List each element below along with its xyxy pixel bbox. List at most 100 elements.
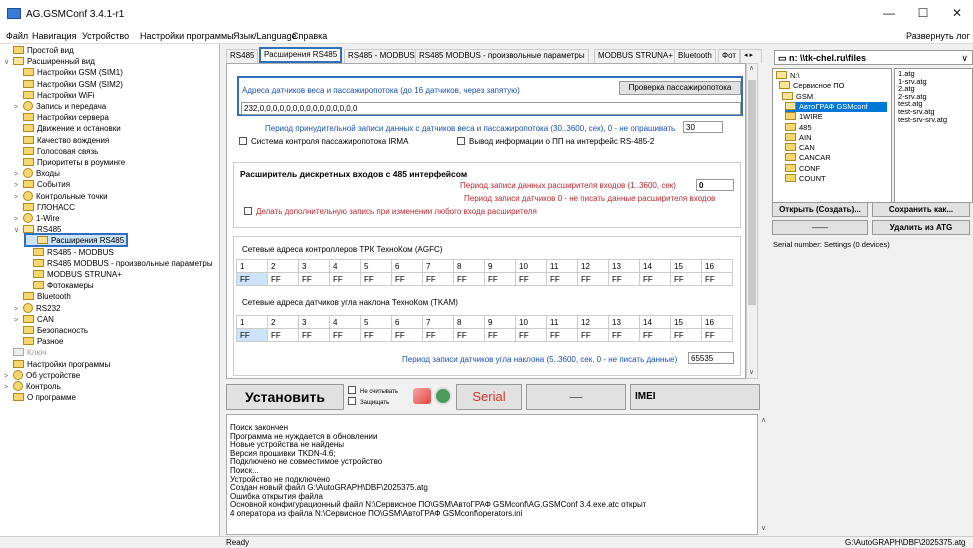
tree-node[interactable]: > Об устройстве: [4, 369, 80, 381]
period-input[interactable]: 30: [683, 121, 723, 133]
tree-node[interactable]: Настройки WiFi: [14, 90, 94, 101]
save-as-button[interactable]: Сохранить как...: [872, 202, 970, 217]
log-scroll-up-icon[interactable]: ∧: [761, 416, 766, 424]
scroll-down-icon[interactable]: ∨: [749, 368, 754, 376]
address-cell[interactable]: FF: [639, 272, 671, 286]
address-cell[interactable]: FF: [360, 272, 392, 286]
tree-node[interactable]: RS485 - MODBUS: [24, 247, 114, 258]
tree-node[interactable]: >1-Wire: [14, 213, 60, 224]
address-cell[interactable]: FF: [267, 272, 299, 286]
tree-node[interactable]: Bluetooth: [14, 291, 71, 302]
address-cell[interactable]: FF: [298, 328, 330, 342]
address-cell[interactable]: FF: [236, 272, 268, 286]
address-cell[interactable]: FF: [608, 272, 640, 286]
address-cell[interactable]: FF: [267, 328, 299, 342]
panel-scroll-thumb[interactable]: [748, 80, 756, 305]
tree-node[interactable]: > Запись и передача: [14, 101, 106, 112]
directory-item[interactable]: 485: [785, 122, 812, 133]
install-button[interactable]: Установить: [226, 384, 344, 410]
tree-node[interactable]: > События: [14, 179, 70, 190]
tree-node[interactable]: Движение и остановки: [14, 123, 121, 134]
serial-button[interactable]: Serial: [456, 384, 522, 410]
address-cell[interactable]: FF: [360, 328, 392, 342]
tree-node[interactable]: > Контрольные точки: [14, 190, 108, 202]
minimize-button[interactable]: —: [878, 6, 900, 22]
tree-node[interactable]: Безопасность: [14, 325, 88, 336]
tree-node[interactable]: Голосовая связь: [14, 146, 98, 157]
address-cell[interactable]: FF: [701, 272, 733, 286]
tree-node[interactable]: Качество вождения: [14, 135, 109, 146]
tab-rs485-modbus[interactable]: RS485 - MODBUS: [344, 49, 419, 63]
notepad-icon[interactable]: [434, 387, 452, 405]
expander-extra-checkbox[interactable]: Делать дополнительную запись при изменен…: [244, 207, 537, 216]
tree-node[interactable]: О программе: [4, 392, 76, 403]
tree-node[interactable]: > CAN: [14, 314, 54, 325]
delete-from-atg-button[interactable]: Удалить из ATG: [872, 220, 970, 235]
tree-node[interactable]: ГЛОНАСС: [14, 202, 75, 213]
tab-photo[interactable]: Фот: [718, 49, 741, 63]
expand-arrow-icon[interactable]: ∨: [14, 225, 23, 236]
expander-period-input[interactable]: 0: [696, 179, 734, 191]
address-cell[interactable]: FF: [546, 328, 578, 342]
address-cell[interactable]: FF: [391, 328, 423, 342]
protect-checkbox[interactable]: Защищать: [348, 397, 389, 406]
address-cell[interactable]: FF: [515, 328, 547, 342]
tab-rs485[interactable]: RS485: [226, 49, 259, 63]
tab-scroll-arrows[interactable]: ◂ ▸: [740, 49, 762, 63]
irma-checkbox[interactable]: Система контроля пассажиропотока IRMA: [239, 137, 408, 146]
tree-node[interactable]: Разное: [14, 336, 63, 347]
directory-item[interactable]: COUNT: [785, 174, 826, 184]
menu-language[interactable]: Язык/Language: [233, 31, 297, 41]
tree-node[interactable]: RS485 MODBUS - произвольные параметры: [24, 258, 213, 269]
address-cell[interactable]: FF: [515, 272, 547, 286]
tree-node[interactable]: Простой вид: [4, 45, 74, 56]
tree-node[interactable]: Настройки GSM (SIM1): [14, 67, 123, 78]
tree-node[interactable]: > Входы: [14, 168, 60, 179]
tree-node[interactable]: Настройки GSM (SIM2): [14, 79, 123, 90]
tree-node[interactable]: Фотокамеры: [24, 280, 94, 291]
dash-btn[interactable]: ——: [772, 220, 868, 235]
drive-select[interactable]: ▭ n: \\tk-chel.ru\files ∨: [774, 50, 973, 65]
scroll-up-icon[interactable]: ∧: [749, 64, 754, 72]
address-cell[interactable]: FF: [670, 328, 702, 342]
address-cell[interactable]: FF: [329, 328, 361, 342]
close-button[interactable]: ✕: [946, 6, 968, 22]
weight-addresses-input[interactable]: 232,0,0,0,0,0,0,0,0,0,0,0,0,0,0,0: [241, 102, 741, 115]
address-cell[interactable]: FF: [422, 328, 454, 342]
address-cell[interactable]: FF: [236, 328, 268, 342]
open-create-button[interactable]: Открыть (Создать)...: [772, 202, 868, 217]
tree-node[interactable]: Настройки сервера: [14, 112, 109, 123]
expand-log-button[interactable]: Развернуть лог: [906, 31, 970, 41]
expand-arrow-icon[interactable]: ∨: [4, 57, 13, 68]
directory-item[interactable]: 1WIRE: [785, 112, 823, 122]
pp-output-checkbox[interactable]: Вывод информации о ПП на интерфейс RS-48…: [457, 137, 654, 146]
tree-node[interactable]: Приоритеты в роуминге: [14, 157, 125, 168]
address-cell[interactable]: FF: [453, 272, 485, 286]
menu-navigation[interactable]: Навигация: [32, 31, 76, 41]
address-cell[interactable]: FF: [329, 272, 361, 286]
tree-node[interactable]: MODBUS STRUNA+: [24, 269, 122, 280]
directory-item[interactable]: N:\: [776, 71, 800, 81]
no-read-checkbox[interactable]: Не считывать: [348, 386, 398, 395]
menu-help[interactable]: Справка: [292, 31, 327, 41]
eraser-icon[interactable]: [413, 388, 431, 404]
directory-list[interactable]: N:\ Сервисное ПО GSM АвтоГРАФ GSMconf 1WIRE 4…: [772, 68, 892, 203]
directory-item[interactable]: АвтоГРАФ GSMconf: [785, 101, 887, 112]
address-cell[interactable]: FF: [391, 272, 423, 286]
tab-rs485-modbus-params[interactable]: RS485 MODBUS - произвольные параметры: [415, 49, 589, 63]
directory-item[interactable]: CAN: [785, 143, 815, 153]
tree-node[interactable]: Ключ: [4, 347, 46, 358]
address-cell[interactable]: FF: [422, 272, 454, 286]
file-item[interactable]: test-srv-srv.atg: [898, 115, 969, 124]
maximize-button[interactable]: ☐: [912, 6, 934, 22]
address-cell[interactable]: FF: [484, 328, 516, 342]
directory-item[interactable]: CANCAR: [785, 153, 831, 163]
menu-device[interactable]: Устройство: [82, 31, 129, 41]
address-cell[interactable]: FF: [298, 272, 330, 286]
tab-rs485-extensions[interactable]: Расширения RS485: [259, 47, 343, 63]
tree-node[interactable]: Расширения RS485: [24, 233, 129, 248]
file-list[interactable]: 1.atg 1-srv.atg 2.atg 2-srv.atg test.atg test…: [894, 68, 973, 203]
address-cell[interactable]: FF: [453, 328, 485, 342]
address-cell[interactable]: FF: [670, 272, 702, 286]
menu-program-settings[interactable]: Настройки программы: [140, 31, 234, 41]
